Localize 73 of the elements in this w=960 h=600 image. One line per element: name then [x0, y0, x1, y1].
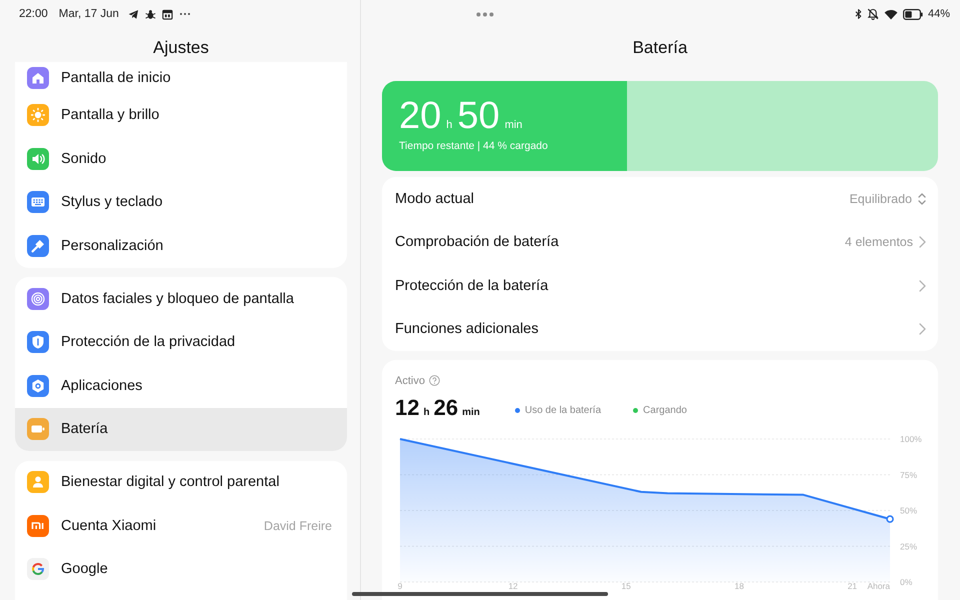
axis-label: 100% — [900, 434, 922, 444]
settings-item[interactable]: Sonido — [15, 137, 347, 180]
legend-label: Cargando — [643, 404, 687, 416]
end-point-marker — [886, 515, 894, 523]
muted-bell-icon — [866, 8, 879, 20]
up-down-chevron-icon — [918, 192, 926, 206]
help-icon[interactable] — [428, 375, 440, 386]
three-dots-icon[interactable] — [476, 12, 494, 16]
remaining-minutes: 50 — [457, 96, 500, 136]
settings-item[interactable]: Batería — [15, 408, 347, 451]
sun-icon — [27, 104, 49, 126]
page-title: Ajustes — [153, 38, 209, 58]
logo-icon — [27, 514, 49, 537]
active-hours: 12 — [395, 395, 420, 421]
active-minutes: 26 — [434, 395, 458, 421]
battery-icon — [27, 418, 49, 440]
wifi-icon — [884, 8, 898, 20]
hours-unit: h — [446, 119, 452, 131]
setting-row[interactable]: Protección de la batería — [382, 264, 938, 308]
person-icon — [27, 471, 49, 494]
battery-icon — [902, 8, 923, 20]
axis-label: 75% — [900, 470, 918, 480]
minutes-unit: min — [504, 119, 522, 131]
calendar-icon — [162, 8, 173, 20]
bluetooth-icon — [854, 8, 862, 20]
remaining-hours: 20 — [399, 96, 442, 136]
chevron-right-icon — [919, 323, 926, 336]
setting-row[interactable]: Funciones adicionales — [382, 308, 938, 351]
settings-item[interactable]: Datos faciales y bloqueo de pantalla — [15, 277, 347, 320]
paper-plane-icon — [128, 8, 139, 20]
setting-value: 4 elementos — [844, 235, 913, 250]
brush-icon — [27, 234, 49, 257]
axis-label: 9 — [398, 581, 402, 591]
shield-icon — [27, 331, 49, 354]
logo-icon — [27, 558, 49, 580]
axis-label: 12 — [508, 581, 518, 591]
bug-icon — [144, 8, 156, 20]
axis-label: 21 — [848, 581, 858, 591]
axis-label: 50% — [900, 506, 918, 516]
status-time: 22:00 — [19, 8, 48, 20]
remaining-caption: Tiempo restante | 44 % cargado — [399, 140, 548, 153]
setting-row[interactable]: Modo actual Equilibrado — [382, 177, 938, 220]
section-title: Activo — [395, 374, 425, 386]
legend-label: Uso de la batería — [524, 404, 602, 416]
account-name: David Freire — [264, 518, 332, 533]
setting-value: Equilibrado — [849, 192, 912, 206]
settings-item[interactable]: Protección de la privacidad — [15, 320, 347, 364]
axis-label: 0% — [900, 577, 912, 587]
settings-item[interactable]: Stylus y teclado — [15, 180, 347, 224]
chevron-right-icon — [919, 280, 926, 292]
settings-item[interactable]: Pantalla de inicio — [15, 62, 347, 94]
house-icon — [27, 66, 49, 89]
chevron-right-icon — [919, 236, 926, 248]
settings-item[interactable]: Cuenta Xiaomi David Freire — [15, 504, 347, 548]
settings-item[interactable]: Pantalla y brillo — [15, 94, 347, 137]
setting-row[interactable]: Comprobación de batería 4 elementos — [382, 220, 938, 264]
concentric-rings-icon — [27, 288, 49, 310]
battery-percent: 44% — [928, 8, 950, 20]
settings-item[interactable]: Bienestar digital y control parental — [15, 460, 347, 504]
status-date: Mar, 17 Jun — [58, 8, 119, 20]
settings-item[interactable]: Aplicaciones — [15, 364, 347, 408]
hours-unit: h — [423, 407, 430, 418]
settings-item[interactable]: Personalización — [15, 224, 347, 268]
axis-label: 25% — [900, 541, 918, 552]
axis-label: Ahora — [867, 581, 890, 591]
keyboard-icon — [27, 191, 49, 214]
axis-label: 15 — [621, 581, 631, 591]
page-title: Batería — [632, 38, 688, 58]
more-icon — [178, 12, 191, 16]
speaker-icon — [27, 148, 49, 170]
minutes-unit: min — [462, 407, 480, 418]
axis-label: 18 — [734, 581, 744, 591]
settings-item[interactable]: Google — [15, 548, 347, 591]
